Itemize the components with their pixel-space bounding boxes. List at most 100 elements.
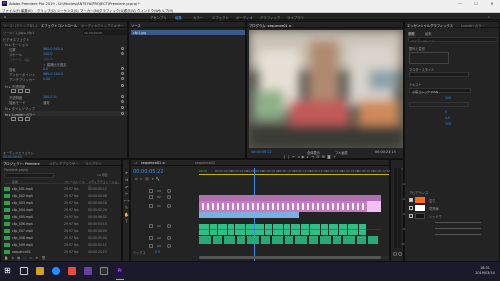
slip-tool-icon[interactable]: ⟷ xyxy=(124,198,130,203)
ec-lumetri[interactable]: fx ▸ Lumetri カラー xyxy=(5,112,35,117)
timeline-settings-icon[interactable]: 🔧 xyxy=(156,177,163,181)
ec-blend-value[interactable]: 通常 xyxy=(43,100,50,105)
project-search-input[interactable] xyxy=(4,173,54,178)
ellipse-mask-icon-2[interactable] xyxy=(11,117,16,121)
ec-opacity[interactable]: fx ▸ 不透明度 xyxy=(5,84,25,89)
track-header-v3[interactable]: V3 xyxy=(157,189,161,193)
keyframe-toggle-icon[interactable] xyxy=(121,106,124,109)
column-fps[interactable]: フレームレート xyxy=(64,180,85,184)
v1-blue-clip[interactable] xyxy=(199,212,299,218)
app-icon-red[interactable] xyxy=(68,267,76,275)
tab-sequence01[interactable]: sequence01 ≡ xyxy=(141,161,165,165)
project-item-row[interactable]: clip_004.mp4 29.97 fps 00:00:02:24 xyxy=(4,207,112,212)
project-item-row[interactable]: clip_009.mp4 29.97 fps 00:00:02:11 xyxy=(4,242,112,247)
eg-edit-tab[interactable]: 編集 xyxy=(425,31,432,36)
eg-fill-checkbox[interactable] xyxy=(409,198,413,202)
track-header-a1[interactable]: A1 xyxy=(157,224,161,228)
tab-source[interactable]: ソース: (クリップなし) xyxy=(3,23,37,28)
keyframe-toggle-icon[interactable] xyxy=(121,72,124,75)
eg-tracking-value[interactable]: 0 xyxy=(445,110,447,114)
eg-template-search[interactable]: マイテンプレート xyxy=(408,37,498,43)
track-mute-icon[interactable] xyxy=(167,224,171,228)
program-current-timecode[interactable]: 00:00:05:22 xyxy=(251,150,272,154)
keyframe-toggle-icon[interactable] xyxy=(121,77,124,80)
maximize-button[interactable]: ☐ xyxy=(468,0,484,7)
eg-kerning-value[interactable]: 100 xyxy=(445,122,451,126)
eg-font-size[interactable]: 100 xyxy=(445,96,451,100)
track-mute-icon[interactable] xyxy=(167,236,171,240)
project-item-row[interactable]: clip_003.mp4 29.97 fps 00:00:04:18 xyxy=(4,200,112,205)
track-lock-icon[interactable] xyxy=(149,244,153,248)
eg-align-buttons[interactable] xyxy=(409,52,449,64)
track-lock-icon[interactable] xyxy=(149,236,153,240)
ec-position-value[interactable]: 960.0 540.0 xyxy=(43,47,63,51)
workspace-libraries[interactable]: ライブラリ xyxy=(287,15,304,20)
keyframe-toggle-icon[interactable] xyxy=(121,112,124,115)
v2-clip-lane[interactable] xyxy=(199,195,381,201)
project-item-row[interactable]: clip_007.mp4 29.97 fps 00:00:04:09 xyxy=(4,228,112,233)
tab-media-browser[interactable]: メディアブラウザー xyxy=(49,161,78,166)
track-mute-icon[interactable] xyxy=(167,244,171,248)
track-lock-icon[interactable] xyxy=(149,189,153,193)
eg-text-section[interactable]: テキスト xyxy=(409,82,422,87)
selection-tool-icon[interactable]: ➤ xyxy=(124,170,129,175)
ripple-edit-tool-icon[interactable]: ⟛ xyxy=(124,184,129,189)
solo-right-button[interactable] xyxy=(398,252,402,256)
timeline-scrollbar[interactable] xyxy=(199,256,389,259)
project-item-row[interactable]: clip_005.mp4 29.97 fps 00:00:06:02 xyxy=(4,214,112,219)
pen-mask-icon[interactable] xyxy=(25,89,30,93)
razor-tool-icon[interactable]: ✂ xyxy=(124,191,129,196)
ec-motion[interactable]: fx ▸ モーション xyxy=(5,42,28,47)
keyframe-toggle-icon[interactable] xyxy=(121,100,124,103)
eg-browse-tab[interactable]: 参照 xyxy=(408,31,415,36)
project-item-row[interactable]: clip_008.mp4 29.97 fps 00:00:05:00 xyxy=(4,235,112,240)
tab-audio-clip-mixer[interactable]: オーディオクリップミキサー xyxy=(81,23,124,28)
keyframe-toggle-icon[interactable] xyxy=(121,95,124,98)
ec-anchor-value[interactable]: 960.0 540.0 xyxy=(43,72,63,76)
track-header-v1[interactable]: V1 xyxy=(157,204,161,208)
type-tool-icon[interactable]: T xyxy=(124,219,129,224)
keyframe-toggle-icon[interactable] xyxy=(121,67,124,70)
eg-master-style-dropdown[interactable] xyxy=(409,72,469,77)
task-view-icon[interactable] xyxy=(20,267,28,275)
workspace-editing[interactable]: 編集 xyxy=(175,15,182,20)
minimize-button[interactable]: — xyxy=(452,0,468,7)
tab-project[interactable]: プロジェクト: Premiere xyxy=(3,161,40,166)
close-button[interactable]: ✕ xyxy=(484,0,500,7)
project-item-row[interactable]: clip_001.mp4 29.97 fps 00:00:05:12 xyxy=(4,186,112,191)
eg-fill-swatch[interactable] xyxy=(415,197,425,203)
tab-effect-controls[interactable]: エフェクトコントロール xyxy=(41,23,77,28)
home-icon[interactable]: ⌂ xyxy=(4,15,6,19)
eg-font-dropdown[interactable]: 小塚ゴシック Pr6N xyxy=(409,88,471,94)
explorer-icon[interactable] xyxy=(36,267,44,275)
ec-antiflicker-value[interactable]: 0.00 xyxy=(43,77,50,81)
project-item-row[interactable]: clip_002.mp4 29.97 fps 00:00:03:06 xyxy=(4,193,112,198)
tab-program[interactable]: プログラム: sequence01 ≡ xyxy=(249,23,291,28)
start-icon[interactable]: ⊞ xyxy=(4,267,12,275)
eg-shadow-slider[interactable] xyxy=(435,222,481,223)
tab-essential-graphics[interactable]: エッセンシャルグラフィックス xyxy=(407,23,453,28)
workspace-graphics[interactable]: グラフィック xyxy=(260,15,280,20)
source-clip-name[interactable]: clip1.jpg xyxy=(133,31,146,35)
track-lock-icon[interactable] xyxy=(149,224,153,228)
search-icon[interactable]: ⌕ xyxy=(488,15,490,19)
column-name[interactable]: 名前 xyxy=(12,180,18,184)
ec-time-remap[interactable]: fx ▸ タイムリマップ xyxy=(5,106,35,111)
track-lock-icon[interactable] xyxy=(149,195,153,199)
workspace-audio[interactable]: オーディオ xyxy=(236,15,253,20)
tab-lumetri-color[interactable]: Lumetri カラー xyxy=(461,23,485,28)
eg-stroke-swatch[interactable] xyxy=(415,205,425,211)
rect-mask-icon-2[interactable] xyxy=(18,117,23,121)
v1-clip-lane[interactable] xyxy=(199,201,381,212)
tab-source-monitor[interactable]: ソース xyxy=(131,23,141,28)
track-select-tool-icon[interactable]: ⇉ xyxy=(124,177,129,182)
track-lock-icon[interactable] xyxy=(149,204,153,208)
app-icon-purple[interactable] xyxy=(84,267,92,275)
hand-tool-icon[interactable]: ✋ xyxy=(124,212,129,217)
ec-uniform-scale-checkbox[interactable]: ✓ 縦横比を固定 xyxy=(43,62,67,67)
eg-text-align-buttons[interactable] xyxy=(409,102,469,107)
eg-stroke-checkbox[interactable] xyxy=(409,206,413,210)
a2-audio-lane[interactable] xyxy=(199,236,381,244)
premiere-taskbar-icon[interactable]: Pr xyxy=(116,267,124,275)
eg-align-transform[interactable]: 整列と変形 xyxy=(409,46,425,51)
